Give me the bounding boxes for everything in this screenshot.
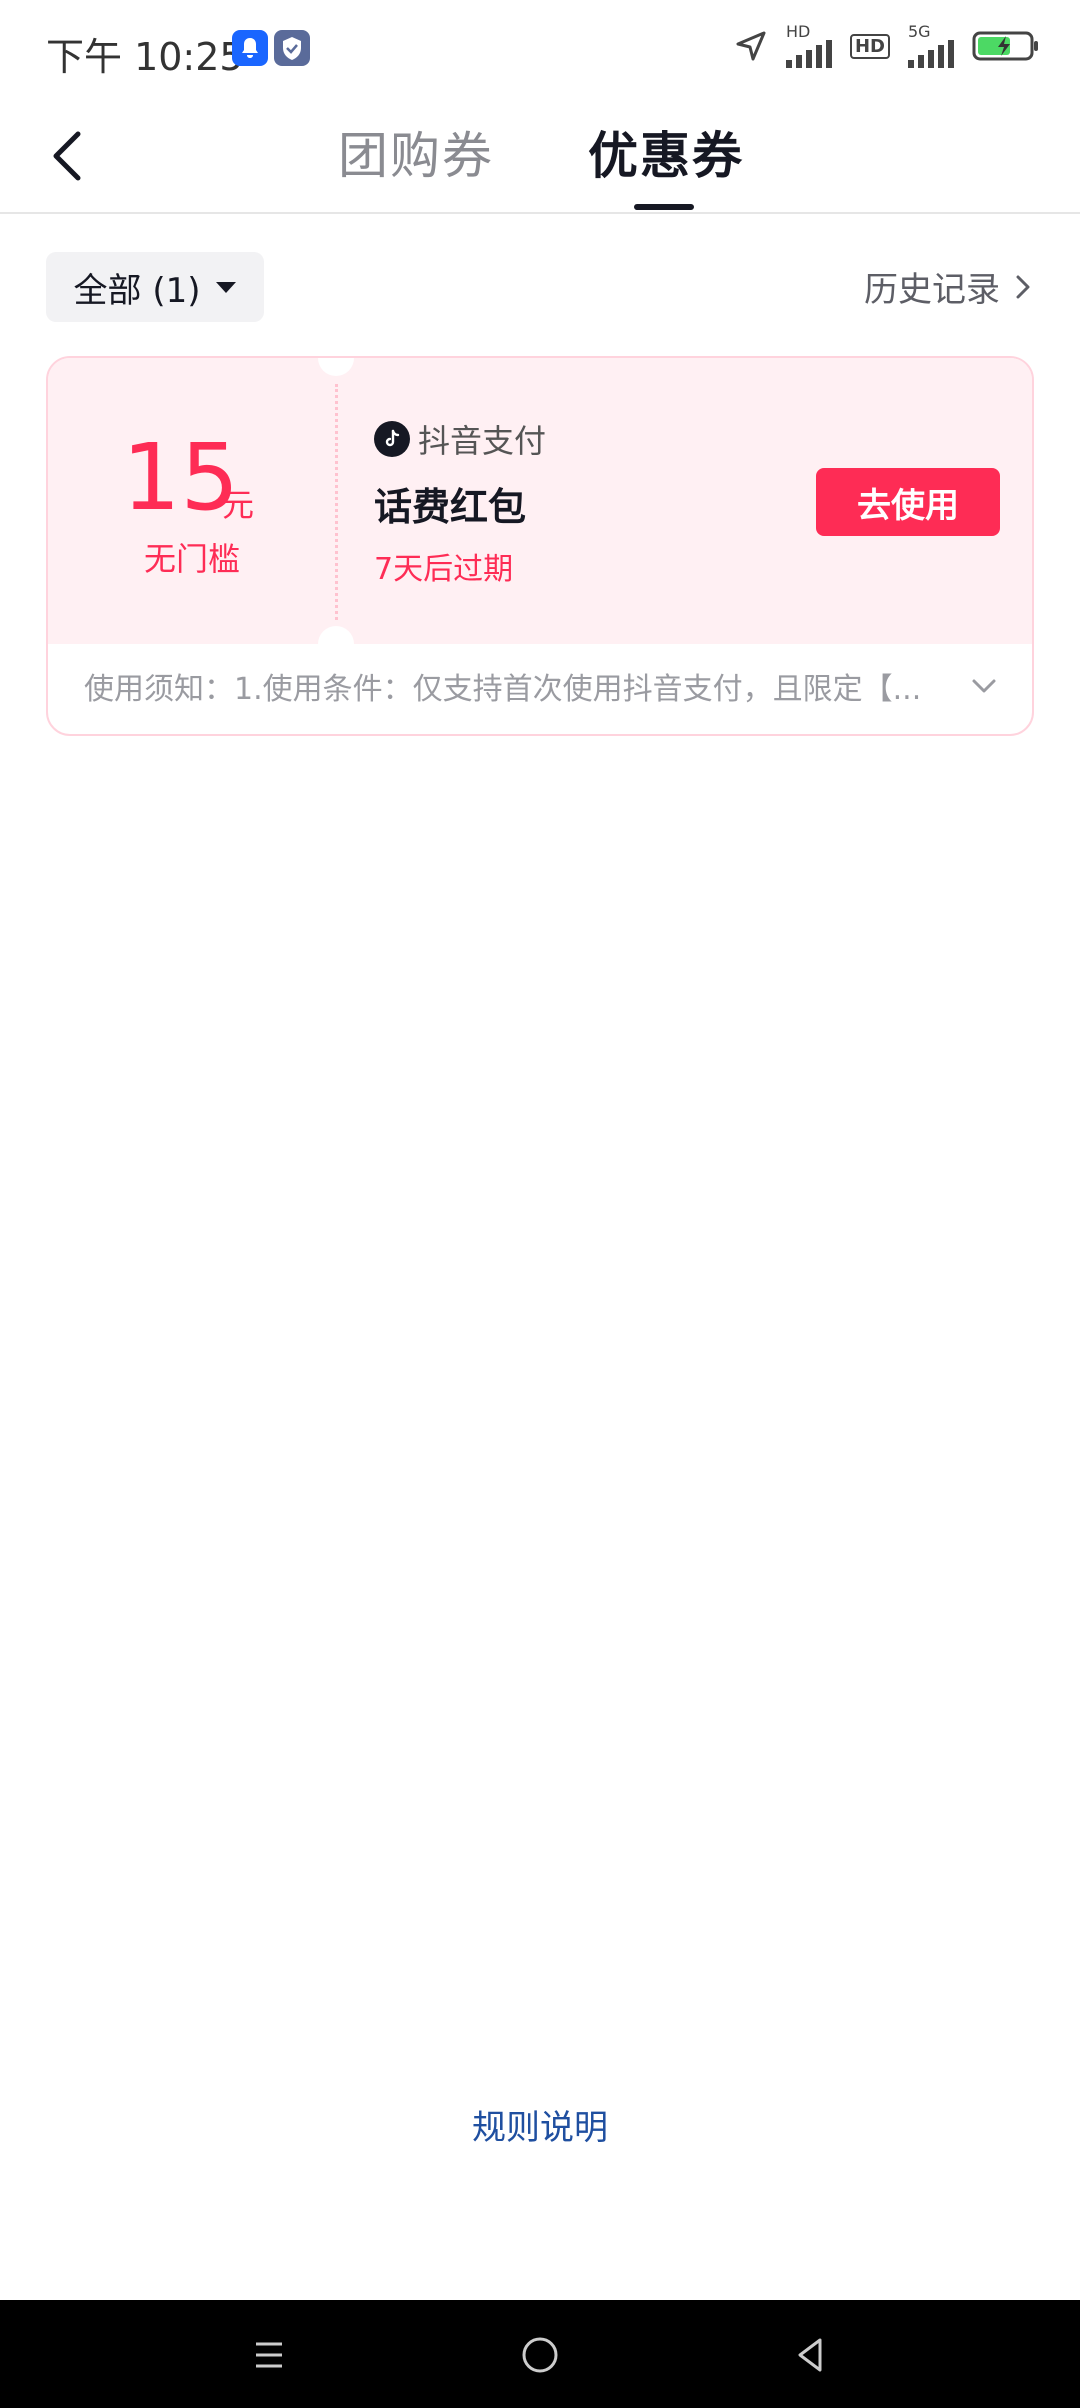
coupon-brand: 抖音支付: [374, 416, 546, 462]
coupon-brand-label: 抖音支付: [418, 422, 547, 460]
back-triangle-icon[interactable]: [786, 2330, 836, 2380]
home-circle-icon[interactable]: [515, 2330, 565, 2380]
signal-icon: [908, 40, 954, 68]
coupon-threshold: 无门槛: [144, 540, 241, 578]
caret-down-icon: [216, 281, 237, 293]
history-label: 历史记录: [864, 270, 1000, 310]
coupon-card: 15 元 无门槛 抖音支付 话费红包 7天后过期 去使用 使用须知：1.使用条件…: [46, 356, 1034, 736]
battery-charging-icon: [972, 31, 1038, 61]
back-arrow-icon[interactable]: [40, 114, 100, 194]
rules-link[interactable]: 规则说明: [0, 2100, 1080, 2149]
header: 团购券 优惠券: [0, 96, 1080, 214]
menu-icon[interactable]: [244, 2330, 294, 2380]
tab-group-buy[interactable]: 团购券: [338, 116, 494, 188]
chevron-down-icon[interactable]: [964, 666, 1004, 706]
ticket-divider: [335, 384, 338, 620]
use-coupon-button[interactable]: 去使用: [816, 468, 1000, 536]
coupon-unit: 元: [222, 486, 255, 524]
coupon-name: 话费红包: [374, 485, 527, 529]
status-bar: 下午 10:25 HD HD 5G: [0, 0, 1080, 96]
status-indicators: HD HD 5G: [734, 24, 1040, 68]
shield-check-icon: [274, 30, 310, 66]
coupon-expiry: 7天后过期: [374, 552, 514, 587]
history-link[interactable]: 历史记录: [864, 262, 1032, 311]
signal-icon: [785, 40, 832, 68]
system-nav-bar: [0, 2300, 1080, 2408]
tab-coupon[interactable]: 优惠券: [588, 116, 744, 188]
hd-badge: HD: [849, 33, 890, 59]
coupon-notice: 使用须知：1.使用条件：仅支持首次使用抖音支付，且限定【...: [84, 672, 922, 707]
bell-icon: [232, 30, 268, 66]
chevron-right-icon: [1016, 275, 1030, 298]
location-arrow-icon: [736, 31, 766, 61]
ticket-notch: [318, 626, 354, 662]
filter-dropdown[interactable]: 全部 (1): [46, 252, 264, 322]
coupon-value-stub: 15 元 无门槛: [48, 358, 338, 644]
hd-indicator: HD: [785, 22, 811, 41]
5g-indicator: 5G: [908, 22, 931, 41]
coupon-body: 15 元 无门槛 抖音支付 话费红包 7天后过期 去使用: [48, 358, 1032, 662]
status-time: 下午 10:25: [46, 35, 244, 79]
active-tab-indicator: [634, 204, 694, 210]
filter-label: 全部 (1): [73, 270, 201, 311]
tiktok-logo-icon: [374, 421, 410, 457]
